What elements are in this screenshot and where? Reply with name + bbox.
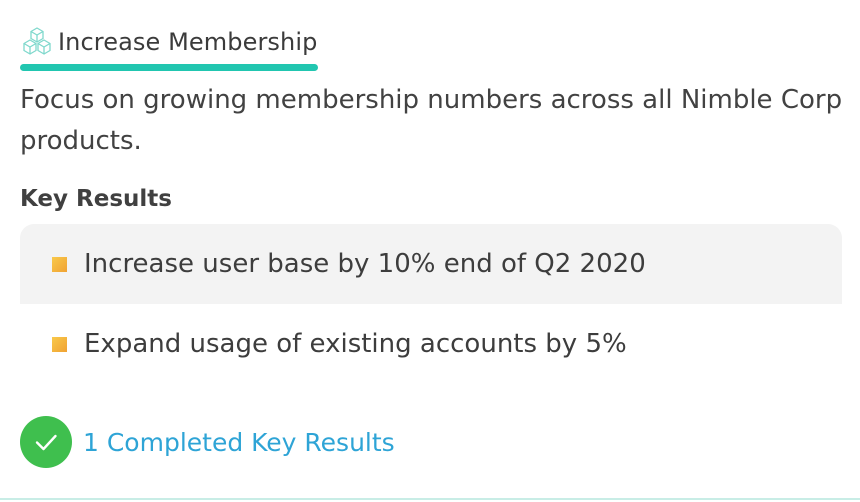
key-result-item[interactable]: Increase user base by 10% end of Q2 2020	[20, 224, 842, 304]
checkmark-icon[interactable]	[20, 416, 72, 468]
completed-key-results-link[interactable]: 1 Completed Key Results	[20, 416, 395, 468]
objective-card: Increase Membership Focus on growing mem…	[0, 0, 860, 502]
cubes-icon	[20, 25, 54, 59]
divider	[0, 498, 860, 500]
key-result-item[interactable]: Expand usage of existing accounts by 5%	[20, 304, 842, 384]
objective-header[interactable]: Increase Membership	[20, 22, 317, 62]
key-result-label[interactable]: Expand usage of existing accounts by 5%	[84, 329, 627, 359]
key-results-heading: Key Results	[20, 186, 172, 212]
objective-underline	[20, 64, 318, 71]
square-bullet-icon	[52, 336, 67, 352]
objective-title[interactable]: Increase Membership	[58, 28, 317, 56]
key-results-list: Increase user base by 10% end of Q2 2020…	[20, 224, 842, 384]
objective-description: Focus on growing membership numbers acro…	[20, 85, 843, 156]
completed-key-results-label[interactable]: 1 Completed Key Results	[83, 428, 395, 457]
square-bullet-icon	[52, 256, 67, 272]
key-result-label[interactable]: Increase user base by 10% end of Q2 2020	[84, 249, 646, 279]
